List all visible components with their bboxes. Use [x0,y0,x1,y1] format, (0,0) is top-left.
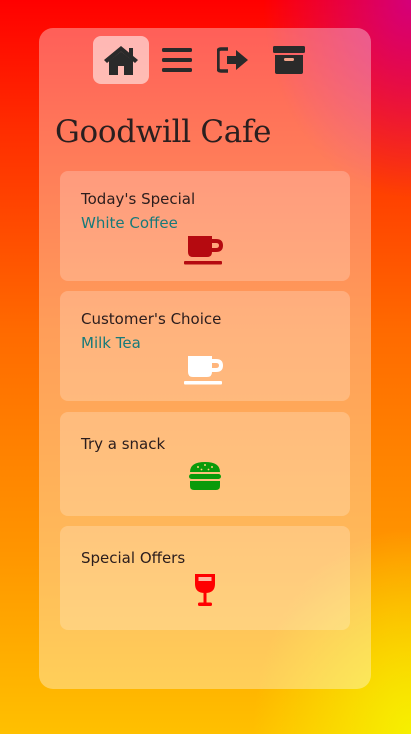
nav-home-button[interactable] [93,36,149,84]
card-title: Today's Special [81,190,196,208]
nav-archive-button[interactable] [261,36,317,84]
sign-out-icon [217,47,248,73]
wine-glass-icon [195,574,215,606]
menu-icon [162,48,192,72]
main-panel: Goodwill Cafe Today's Special White Coff… [39,28,371,689]
top-nav [93,36,317,84]
card-todays-special[interactable]: Today's Special White Coffee [60,171,350,281]
coffee-cup-icon [184,356,223,385]
card-title: Special Offers [81,549,186,567]
card-customers-choice[interactable]: Customer's Choice Milk Tea [60,291,350,401]
card-title: Customer's Choice [81,310,222,328]
coffee-cup-icon [184,236,223,265]
home-icon [104,46,138,75]
nav-sign-out-button[interactable] [205,36,261,84]
burger-icon [189,462,221,490]
archive-icon [273,46,305,74]
card-title: Try a snack [81,435,166,453]
card-subtitle: White Coffee [81,214,178,232]
nav-menu-button[interactable] [149,36,205,84]
card-special-offers[interactable]: Special Offers [60,526,350,630]
page-title: Goodwill Cafe [55,114,272,150]
card-subtitle: Milk Tea [81,334,141,352]
card-try-a-snack[interactable]: Try a snack [60,412,350,516]
